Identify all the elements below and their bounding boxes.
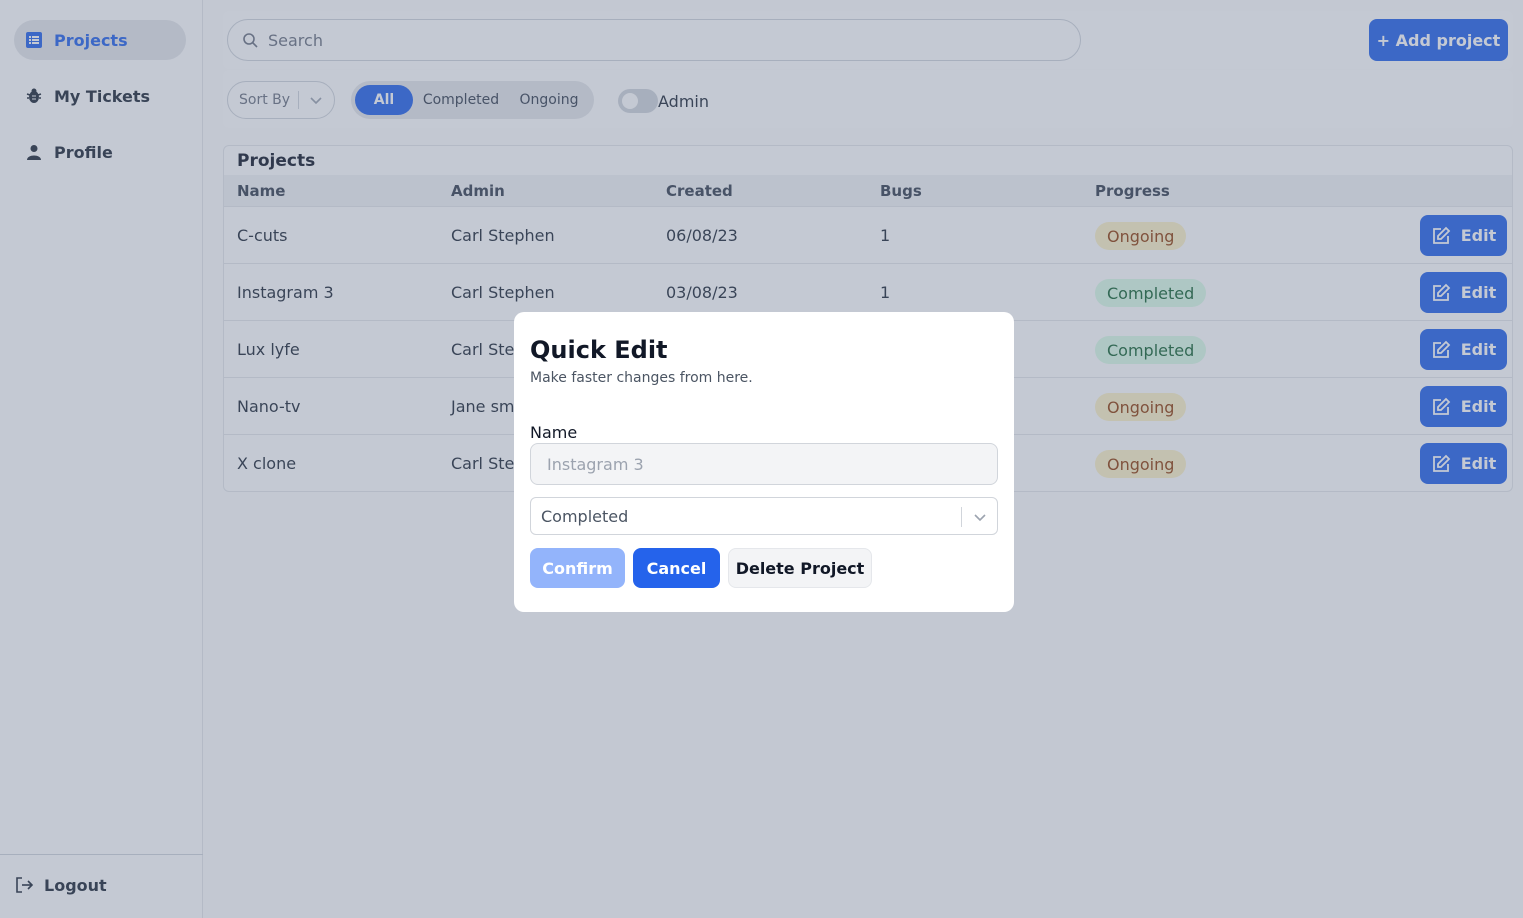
- status-select[interactable]: Completed: [530, 497, 998, 535]
- quick-edit-modal: Quick Edit Make faster changes from here…: [514, 312, 1014, 612]
- delete-project-button[interactable]: Delete Project: [728, 548, 872, 588]
- modal-title: Quick Edit: [530, 336, 668, 364]
- select-divider: [961, 507, 962, 527]
- cancel-button[interactable]: Cancel: [633, 548, 720, 588]
- chevron-down-icon: [972, 509, 988, 525]
- modal-subtitle: Make faster changes from here.: [530, 370, 753, 386]
- status-select-value: Completed: [541, 506, 629, 526]
- project-name-input[interactable]: [530, 443, 998, 485]
- name-field-label: Name: [530, 423, 578, 442]
- confirm-button[interactable]: Confirm: [530, 548, 625, 588]
